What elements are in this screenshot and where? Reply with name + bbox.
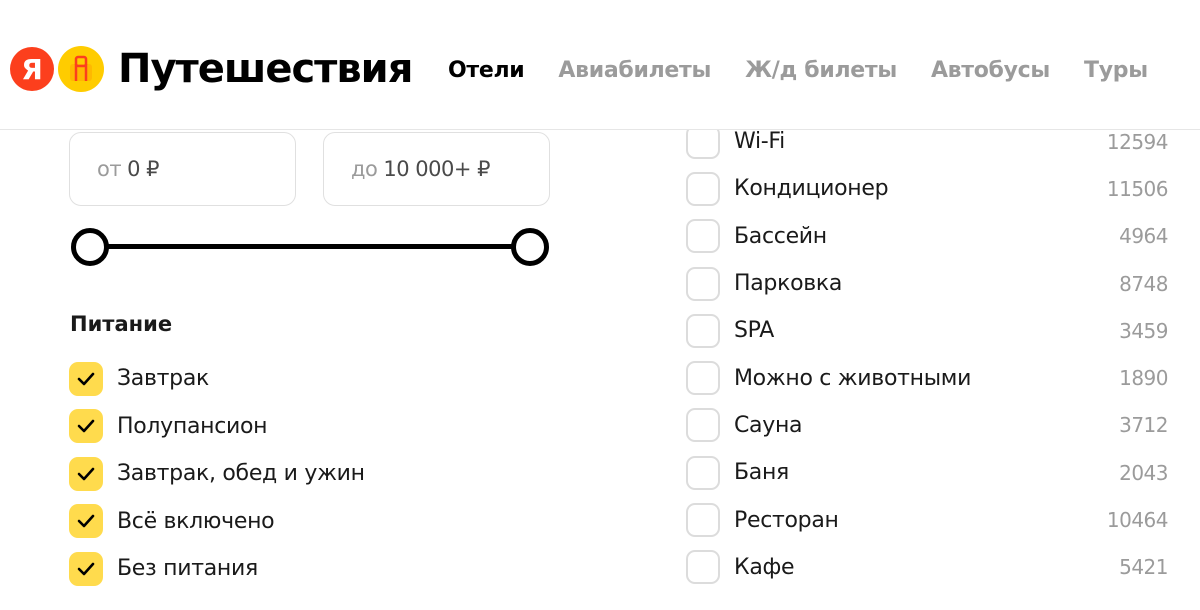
brand-title[interactable]: Путешествия xyxy=(118,46,413,92)
amenity-checkbox[interactable] xyxy=(686,361,720,396)
amenity-label: Парковка xyxy=(734,271,843,297)
price-slider-track[interactable] xyxy=(90,244,530,249)
meal-checkbox[interactable] xyxy=(69,361,103,396)
meal-checkbox[interactable] xyxy=(69,551,103,586)
meal-label: Завтрак, обед и ужин xyxy=(117,461,365,487)
amenity-label: Сауна xyxy=(734,412,803,438)
meal-option[interactable]: Завтрак xyxy=(69,355,365,403)
price-to-input[interactable]: до 10 000+ ₽ xyxy=(323,132,550,206)
amenity-option[interactable]: Кафе 5421 xyxy=(686,544,1168,591)
meal-option[interactable]: Без питания xyxy=(69,545,365,593)
amenity-option[interactable]: Сауна 3712 xyxy=(686,402,1168,449)
meal-label: Завтрак xyxy=(117,366,210,392)
meal-label: Полупансион xyxy=(117,413,268,439)
checkmark-icon xyxy=(77,372,95,386)
meal-label: Без питания xyxy=(117,556,258,582)
meal-label: Всё включено xyxy=(117,508,275,534)
meal-option[interactable]: Завтрак, обед и ужин xyxy=(69,450,365,498)
amenity-option[interactable]: Бассейн 4964 xyxy=(686,213,1168,260)
amenity-option[interactable]: Парковка 8748 xyxy=(686,260,1168,307)
amenity-checkbox[interactable] xyxy=(686,455,720,490)
meal-option[interactable]: Полупансион xyxy=(69,403,365,451)
meals-list: Завтрак Полупансион Завтрак, обед и ужин Вс… xyxy=(69,355,365,593)
amenity-option[interactable]: Можно с животными 1890 xyxy=(686,354,1168,401)
meal-checkbox[interactable] xyxy=(69,456,103,491)
amenity-count: 3459 xyxy=(1119,318,1168,343)
amenity-label: Бассейн xyxy=(734,223,827,249)
amenity-count: 1890 xyxy=(1119,366,1168,391)
checkmark-icon xyxy=(77,514,95,528)
nav-buses[interactable]: Автобусы xyxy=(931,58,1050,83)
header: Я Путешествия Отели Авиабилеты Ж/д билет… xyxy=(0,0,1200,130)
amenity-label: Кафе xyxy=(734,554,795,580)
amenity-checkbox[interactable] xyxy=(686,550,720,585)
meals-title: Питание xyxy=(70,312,173,336)
price-from-input[interactable]: от 0 ₽ xyxy=(69,132,296,206)
logo[interactable]: Я Путешествия xyxy=(10,46,413,92)
amenity-label: Баня xyxy=(734,460,789,486)
amenity-count: 12594 xyxy=(1106,129,1169,154)
checkmark-icon xyxy=(77,419,95,433)
meal-checkbox[interactable] xyxy=(69,504,103,539)
nav-flights[interactable]: Авиабилеты xyxy=(558,58,711,83)
amenity-checkbox[interactable] xyxy=(686,219,720,254)
amenity-checkbox[interactable] xyxy=(686,313,720,348)
price-to-value: 10 000+ ₽ xyxy=(383,157,490,181)
amenity-count: 5421 xyxy=(1119,555,1168,580)
meal-option[interactable]: Всё включено xyxy=(69,498,365,546)
amenity-option[interactable]: SPA 3459 xyxy=(686,307,1168,354)
checkmark-icon xyxy=(77,562,95,576)
travel-bag-icon xyxy=(58,46,104,92)
amenity-count: 8748 xyxy=(1119,271,1168,296)
amenity-count: 10464 xyxy=(1106,508,1169,533)
main-nav: Отели Авиабилеты Ж/д билеты Автобусы Тур… xyxy=(448,58,1182,83)
price-slider-min-handle[interactable] xyxy=(71,228,109,266)
amenity-count: 3712 xyxy=(1119,413,1168,438)
amenity-checkbox[interactable] xyxy=(686,171,720,206)
nav-tours[interactable]: Туры xyxy=(1084,58,1148,83)
yandex-logo-icon[interactable]: Я xyxy=(10,47,54,91)
amenity-checkbox[interactable] xyxy=(686,503,720,538)
amenity-option[interactable]: Ресторан 10464 xyxy=(686,496,1169,543)
meal-checkbox[interactable] xyxy=(69,409,103,444)
amenity-label: Ресторан xyxy=(734,507,839,533)
amenity-option[interactable]: Кондиционер 11506 xyxy=(686,165,1169,212)
amenity-option[interactable]: Баня 2043 xyxy=(686,449,1168,496)
price-slider-max-handle[interactable] xyxy=(511,228,549,266)
price-from-prefix: от xyxy=(97,157,122,181)
price-to-prefix: до xyxy=(351,157,378,181)
amenity-label: Можно с животными xyxy=(734,365,972,391)
nav-trains[interactable]: Ж/д билеты xyxy=(745,58,897,83)
amenity-label: Wi-Fi xyxy=(734,129,785,155)
amenity-label: SPA xyxy=(734,318,774,344)
checkmark-icon xyxy=(77,467,95,481)
amenity-count: 11506 xyxy=(1106,176,1169,201)
amenity-label: Кондиционер xyxy=(734,176,889,202)
price-from-value: 0 ₽ xyxy=(127,157,159,181)
amenity-checkbox[interactable] xyxy=(686,408,720,443)
amenity-count: 4964 xyxy=(1119,224,1168,249)
amenities-list: Wi-Fi 12594 Кондиционер 11506 Бассейн 4964 Пар… xyxy=(686,118,1169,591)
amenity-count: 2043 xyxy=(1119,460,1168,485)
nav-hotels[interactable]: Отели xyxy=(448,58,525,83)
amenity-checkbox[interactable] xyxy=(686,266,720,301)
